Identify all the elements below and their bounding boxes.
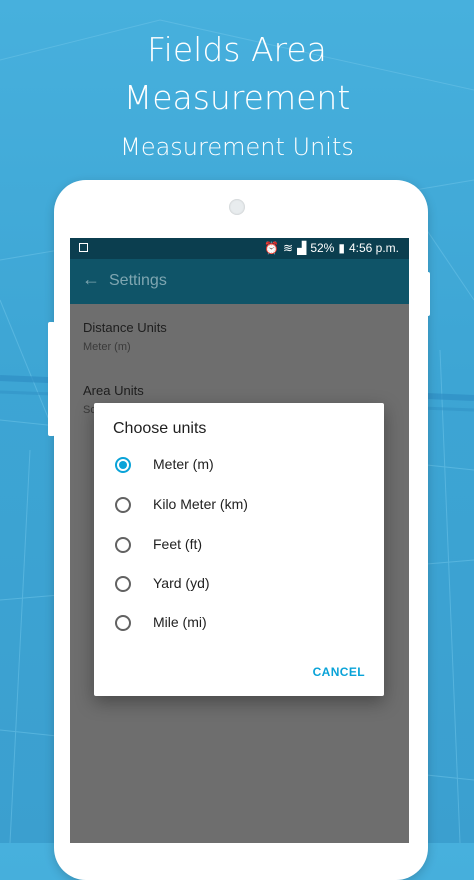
battery-percent: 52% — [310, 241, 335, 255]
dialog-title: Choose units — [113, 420, 207, 437]
promo-title-line2: Measurement — [123, 78, 351, 117]
unit-option-kilometer[interactable]: Kilo Meter (km) — [94, 487, 384, 523]
unit-option-feet[interactable]: Feet (ft) — [94, 527, 384, 563]
unit-option-label: Kilo Meter (km) — [153, 496, 248, 512]
radio-unselected-icon[interactable] — [115, 497, 131, 513]
radio-selected-icon[interactable] — [115, 457, 131, 473]
app-bar-title: Settings — [109, 272, 167, 289]
phone-camera — [229, 199, 245, 215]
battery-icon: ▮ — [338, 241, 345, 255]
radio-unselected-icon[interactable] — [115, 537, 131, 553]
wifi-icon: ≋ — [283, 241, 294, 255]
phone-volume-button — [48, 322, 55, 436]
back-arrow-icon[interactable]: ← — [82, 269, 100, 290]
unit-option-mile[interactable]: Mile (mi) — [94, 605, 384, 641]
unit-option-meter[interactable]: Meter (m) — [94, 447, 384, 483]
status-right-group: ⏰ ≋ ▟ 52% ▮ 4:56 p.m. — [264, 241, 399, 255]
promo-subtitle: Measurement Units — [120, 133, 354, 161]
screenshot-notification-icon — [79, 243, 88, 252]
radio-unselected-icon[interactable] — [115, 615, 131, 631]
cancel-button[interactable]: CANCEL — [313, 665, 365, 679]
unit-option-label: Yard (yd) — [153, 575, 210, 591]
alarm-icon: ⏰ — [264, 241, 280, 255]
app-bar: ← Settings — [70, 259, 409, 304]
area-units-title: Area Units — [83, 383, 144, 398]
phone-power-button — [424, 272, 430, 316]
unit-option-yard[interactable]: Yard (yd) — [94, 566, 384, 602]
status-bar: ⏰ ≋ ▟ 52% ▮ 4:56 p.m. — [70, 238, 409, 259]
unit-option-label: Feet (ft) — [153, 536, 203, 552]
distance-units-value: Meter (m) — [83, 341, 131, 353]
unit-option-label: Meter (m) — [153, 456, 214, 472]
promo-title-line1: Fields Area — [147, 30, 327, 69]
status-time: 4:56 p.m. — [348, 241, 399, 255]
unit-option-label: Mile (mi) — [153, 614, 207, 630]
choose-units-dialog: Choose units Meter (m) Kilo Meter (km) F… — [94, 403, 384, 696]
radio-unselected-icon[interactable] — [115, 576, 131, 592]
signal-icon: ▟ — [297, 241, 307, 255]
distance-units-title: Distance Units — [83, 320, 167, 335]
